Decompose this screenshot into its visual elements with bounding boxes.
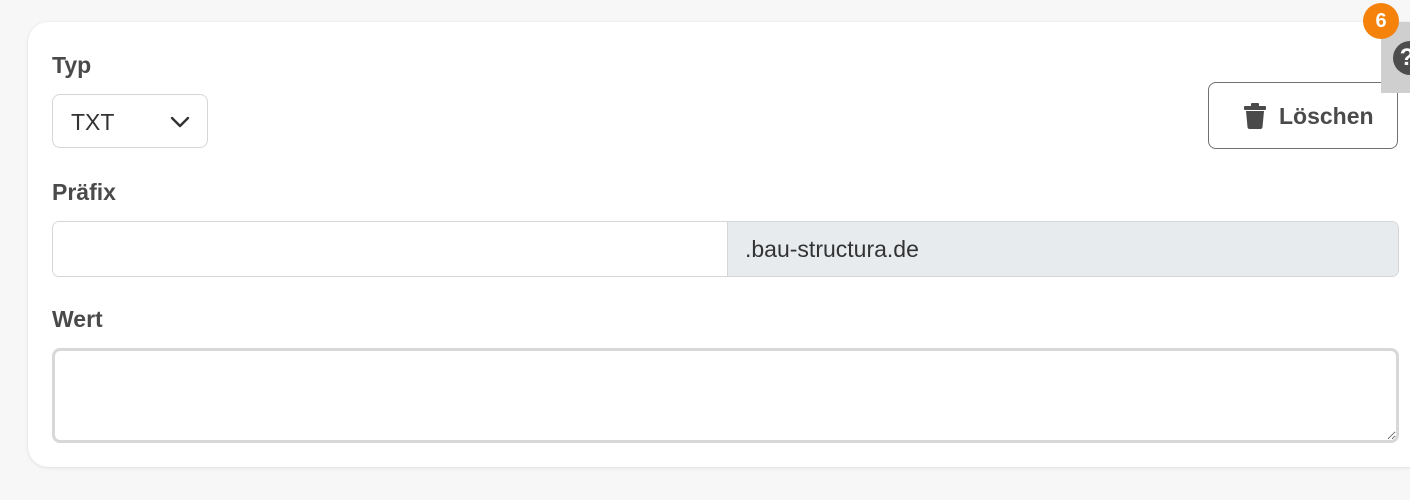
domain-suffix: .bau-structura.de [727,222,1398,276]
prefix-input-group: .bau-structura.de [52,221,1399,277]
notification-badge[interactable]: 6 [1363,3,1399,39]
value-label: Wert [52,306,103,332]
value-textarea[interactable] [52,348,1399,443]
delete-button-label: Löschen [1279,103,1374,129]
type-select[interactable]: TXT [52,94,208,148]
delete-button[interactable]: Löschen [1208,82,1398,149]
type-label: Typ [52,52,92,78]
question-icon: ? [1393,41,1410,75]
trash-icon [1244,103,1266,129]
prefix-input[interactable] [53,222,727,276]
type-select-value: TXT [71,109,115,135]
chevron-down-icon [170,116,190,128]
dns-record-card: Typ TXT Löschen Präfix .bau-structura.de… [28,22,1410,467]
prefix-label: Präfix [52,179,116,205]
